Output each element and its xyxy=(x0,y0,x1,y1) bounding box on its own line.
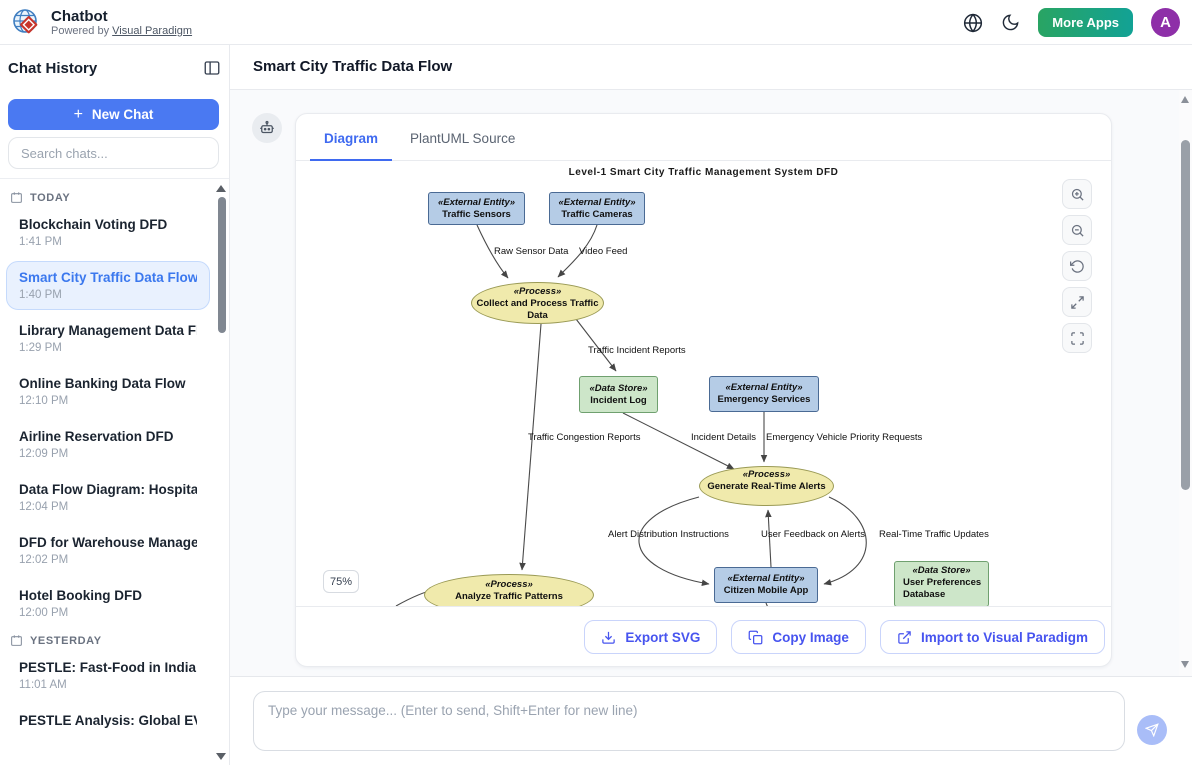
copy-image-button[interactable]: Copy Image xyxy=(731,620,866,654)
zoom-controls xyxy=(1062,179,1092,353)
section-header-today: TODAY xyxy=(10,191,206,204)
page-header: Smart City Traffic Data Flow xyxy=(230,45,1192,90)
zoom-out-button[interactable] xyxy=(1062,215,1092,245)
chat-item[interactable]: Data Flow Diagram: Hospital... 12:04 PM xyxy=(6,473,210,522)
main-scroll-up-arrow[interactable] xyxy=(1181,96,1189,103)
chat-item[interactable]: Hotel Booking DFD 12:00 PM xyxy=(6,579,210,628)
main-scrollbar[interactable] xyxy=(1179,90,1192,676)
external-link-icon xyxy=(897,630,912,645)
message-input[interactable] xyxy=(253,691,1125,751)
card-tabs: Diagram PlantUML Source xyxy=(296,114,1111,161)
app-title-block: Chatbot Powered by Visual Paradigm xyxy=(51,8,192,37)
diagram-viewport[interactable]: Level-1 Smart City Traffic Management Sy… xyxy=(296,161,1111,606)
new-chat-button[interactable]: + New Chat xyxy=(8,99,219,130)
edge-label-incident-details: Incident Details xyxy=(691,432,756,443)
edge-label-video-feed: Video Feed xyxy=(579,246,627,257)
bot-avatar xyxy=(252,113,282,143)
message-composer xyxy=(230,676,1192,765)
chat-item[interactable]: Airline Reservation DFD 12:09 PM xyxy=(6,420,210,469)
chat-item[interactable]: PESTLE Analysis: Global EV In... xyxy=(6,704,210,737)
top-bar: Chatbot Powered by Visual Paradigm More … xyxy=(0,0,1192,45)
edge-label-traffic-incident-reports: Traffic Incident Reports xyxy=(588,345,686,356)
diagram-node-traffic-sensors: «External Entity» Traffic Sensors xyxy=(428,192,525,225)
plus-icon: + xyxy=(74,106,83,124)
search-chats-input[interactable] xyxy=(8,137,219,169)
export-svg-button[interactable]: Export SVG xyxy=(584,620,717,654)
main-scroll-down-arrow[interactable] xyxy=(1181,661,1189,668)
panel-toggle-icon xyxy=(203,59,221,77)
section-header-yesterday: YESTERDAY xyxy=(10,634,206,647)
sidebar-scroll-up-arrow[interactable] xyxy=(216,185,226,192)
copy-icon xyxy=(748,630,763,645)
chat-item[interactable]: PESTLE: Fast-Food in India – ... 11:01 A… xyxy=(6,651,210,700)
calendar-icon xyxy=(10,191,23,204)
chat-history-title: Chat History xyxy=(8,60,97,77)
robot-icon xyxy=(258,119,276,137)
chat-item[interactable]: Library Management Data Fl... 1:29 PM xyxy=(6,314,210,363)
zoom-level-badge: 75% xyxy=(323,570,359,593)
edge-label-alert-distribution-instructions: Alert Distribution Instructions xyxy=(608,529,729,540)
rotate-ccw-icon xyxy=(1070,259,1085,274)
brand: Chatbot Powered by Visual Paradigm xyxy=(10,6,192,38)
tab-plantuml-source[interactable]: PlantUML Source xyxy=(396,119,529,161)
diagram-node-incident-log: «Data Store» Incident Log xyxy=(579,376,658,413)
powered-by: Powered by Visual Paradigm xyxy=(51,25,192,37)
zoom-in-button[interactable] xyxy=(1062,179,1092,209)
reset-view-button[interactable] xyxy=(1062,251,1092,281)
chat-item[interactable]: DFD for Warehouse Manage... 12:02 PM xyxy=(6,526,210,575)
zoom-out-icon xyxy=(1070,223,1085,238)
diagram-node-generate-real-time-alerts: «Process» Generate Real-Time Alerts xyxy=(699,466,834,506)
chat-list: TODAY Blockchain Voting DFD 1:41 PM Smar… xyxy=(0,179,216,765)
collapse-sidebar-button[interactable] xyxy=(203,59,221,77)
diagram-node-user-preferences-database: «Data Store» User Preferences Database xyxy=(894,561,989,606)
diagram-node-traffic-cameras: «External Entity» Traffic Cameras xyxy=(549,192,645,225)
diagram-node-analyze-traffic-patterns: «Process» Analyze Traffic Patterns xyxy=(424,574,594,606)
edge-label-raw-sensor-data: Raw Sensor Data xyxy=(494,246,568,257)
main-scrollbar-thumb[interactable] xyxy=(1181,140,1190,490)
moon-icon xyxy=(1001,13,1020,32)
chat-item[interactable]: Online Banking Data Flow 12:10 PM xyxy=(6,367,210,416)
diagram-node-emergency-services: «External Entity» Emergency Services xyxy=(709,376,819,412)
zoom-in-icon xyxy=(1070,187,1085,202)
send-icon xyxy=(1145,723,1159,737)
dark-mode-toggle-button[interactable] xyxy=(1001,13,1020,32)
user-avatar[interactable]: A xyxy=(1151,8,1180,37)
chat-message-area: Diagram PlantUML Source Level-1 Smart Ci… xyxy=(230,90,1192,676)
tab-diagram[interactable]: Diagram xyxy=(310,119,392,161)
edge-label-real-time-traffic-updates: Real-Time Traffic Updates xyxy=(879,529,989,540)
import-to-visual-paradigm-button[interactable]: Import to Visual Paradigm xyxy=(880,620,1105,654)
app-title: Chatbot xyxy=(51,8,192,25)
page-title: Smart City Traffic Data Flow xyxy=(253,58,452,75)
chat-item-selected[interactable]: Smart City Traffic Data Flow 1:40 PM xyxy=(6,261,210,310)
edge-label-user-feedback-on-alerts: User Feedback on Alerts xyxy=(761,529,865,540)
diagram-node-citizen-mobile-app: «External Entity» Citizen Mobile App xyxy=(714,567,818,603)
fullscreen-button[interactable] xyxy=(1062,323,1092,353)
visual-paradigm-link[interactable]: Visual Paradigm xyxy=(112,25,192,37)
diagram-card: Diagram PlantUML Source Level-1 Smart Ci… xyxy=(295,113,1112,667)
more-apps-button[interactable]: More Apps xyxy=(1038,8,1133,37)
chat-history-sidebar: Chat History + New Chat TODAY Blockchain… xyxy=(0,45,230,765)
main-area: Smart City Traffic Data Flow Diagram Pla… xyxy=(230,45,1192,765)
language-globe-button[interactable] xyxy=(963,13,983,33)
send-button[interactable] xyxy=(1137,715,1167,745)
diagram-actions: Export SVG Copy Image Import to Visual P… xyxy=(296,606,1111,667)
globe-icon xyxy=(963,13,983,33)
visual-paradigm-logo-icon xyxy=(10,6,42,38)
fit-to-screen-button[interactable] xyxy=(1062,287,1092,317)
expand-arrows-icon xyxy=(1070,295,1085,310)
download-icon xyxy=(601,630,616,645)
calendar-icon xyxy=(10,634,23,647)
edge-label-traffic-congestion-reports: Traffic Congestion Reports xyxy=(528,432,640,443)
sidebar-scrollbar-thumb[interactable] xyxy=(218,197,226,333)
chat-item[interactable]: Blockchain Voting DFD 1:41 PM xyxy=(6,208,210,257)
sidebar-scroll-down-arrow[interactable] xyxy=(216,753,226,760)
fullscreen-corners-icon xyxy=(1070,331,1085,346)
edge-label-emergency-vehicle-priority-requests: Emergency Vehicle Priority Requests xyxy=(766,432,922,443)
diagram-node-collect-process-traffic-data: «Process» Collect and Process Traffic Da… xyxy=(471,282,604,324)
